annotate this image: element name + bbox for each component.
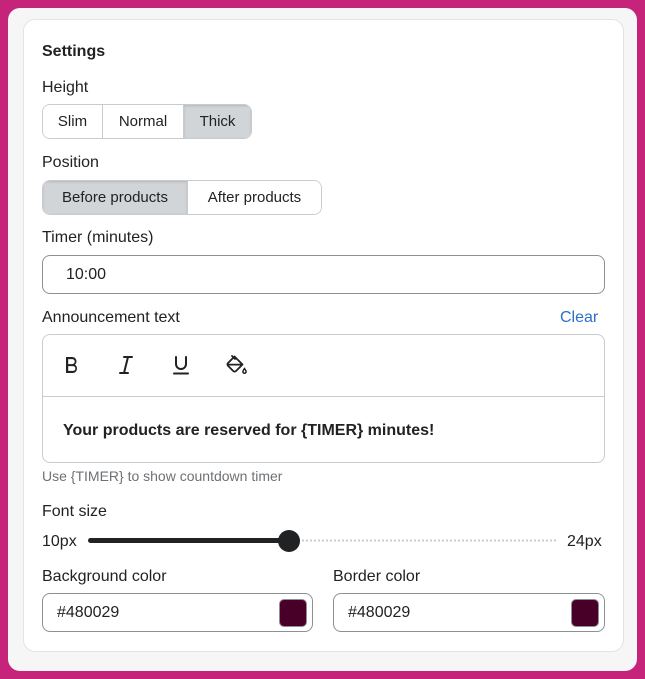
background-color-swatch[interactable] <box>279 599 307 627</box>
font-size-label: Font size <box>42 503 107 520</box>
border-color-value: #480029 <box>348 603 411 621</box>
position-segmented-control: Before products After products <box>42 180 322 215</box>
font-size-slider-fill <box>88 538 290 543</box>
paint-bucket-icon[interactable] <box>220 349 252 381</box>
height-option-normal[interactable]: Normal <box>103 105 184 138</box>
timer-input[interactable]: 10:00 <box>42 255 605 294</box>
announcement-text: Your products are reserved for {TIMER} m… <box>63 422 435 439</box>
border-color-input[interactable]: #480029 <box>333 593 605 632</box>
height-label: Height <box>42 79 89 96</box>
position-option-after-products[interactable]: After products <box>188 181 321 214</box>
height-option-thick[interactable]: Thick <box>184 105 251 138</box>
height-segmented-control: Slim Normal Thick <box>42 104 252 139</box>
background-color-value: #480029 <box>57 603 120 621</box>
font-size-max-label: 24px <box>567 533 602 550</box>
editor-toolbar <box>43 335 604 397</box>
timer-input-value: 10:00 <box>66 265 107 283</box>
position-option-before-products[interactable]: Before products <box>43 181 188 214</box>
bold-icon[interactable] <box>55 349 87 381</box>
background-color-input[interactable]: #480029 <box>42 593 313 632</box>
border-color-label: Border color <box>333 568 421 585</box>
italic-icon[interactable] <box>110 349 142 381</box>
announcement-help-text: Use {TIMER} to show countdown timer <box>42 468 283 484</box>
height-option-slim[interactable]: Slim <box>43 105 103 138</box>
timer-label: Timer (minutes) <box>42 229 154 246</box>
font-size-slider-track[interactable] <box>289 539 558 542</box>
announcement-label: Announcement text <box>42 309 180 326</box>
font-size-min-label: 10px <box>42 533 77 550</box>
border-color-swatch[interactable] <box>571 599 599 627</box>
underline-icon[interactable] <box>165 349 197 381</box>
position-label: Position <box>42 154 99 171</box>
clear-link[interactable]: Clear <box>560 308 598 328</box>
settings-title: Settings <box>42 43 106 60</box>
announcement-editor[interactable]: Your products are reserved for {TIMER} m… <box>42 334 605 463</box>
background-color-label: Background color <box>42 568 167 585</box>
